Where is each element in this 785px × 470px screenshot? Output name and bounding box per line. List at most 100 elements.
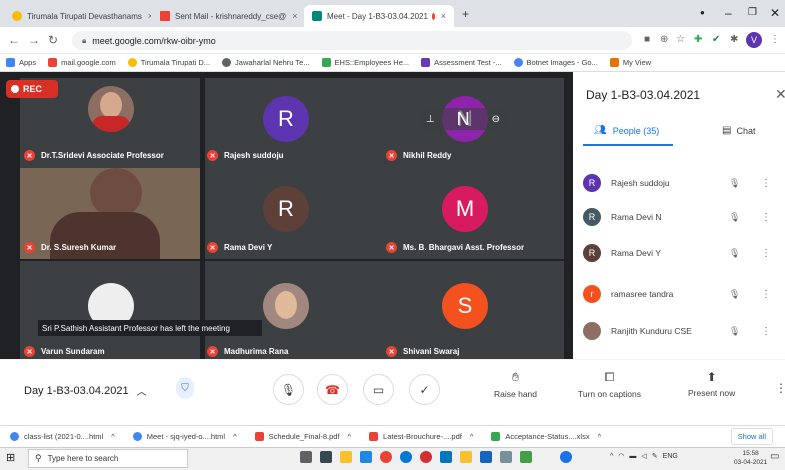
close-tab-icon[interactable]: ×: [441, 11, 446, 21]
raise-hand-button[interactable]: ✋︎ Raise hand: [494, 370, 537, 399]
edge-icon[interactable]: [400, 451, 412, 463]
forms-icon: [421, 58, 431, 67]
chevron-up-icon[interactable]: ^: [610, 453, 613, 460]
restore-icon[interactable]: ❐: [748, 7, 757, 18]
bookmark-apps[interactable]: Apps: [6, 58, 36, 67]
close-tab-icon[interactable]: ×: [148, 11, 151, 21]
download-item[interactable]: Acceptance-Status....xlsx ^: [491, 432, 601, 441]
tile-shivani[interactable]: S ✕ Shivani Swaraj: [384, 261, 564, 359]
tile-rajesh[interactable]: R ✕ Rajesh suddoju: [205, 78, 385, 168]
chrome-icon[interactable]: [380, 451, 392, 463]
more-options-icon[interactable]: ⋮: [775, 381, 785, 395]
extension-icon[interactable]: ✚: [694, 34, 702, 45]
pin-icon[interactable]: ⊥: [426, 114, 435, 125]
forward-icon[interactable]: →: [28, 33, 40, 47]
more-options-icon[interactable]: ⋮: [761, 289, 771, 300]
app-icon[interactable]: [460, 451, 472, 463]
tile-suresh[interactable]: ✕ Dr. S.Suresh Kumar: [20, 168, 200, 259]
zoom-icon[interactable]: ⊕: [660, 34, 668, 45]
pen-icon[interactable]: ✎: [652, 452, 658, 460]
captions-button[interactable]: ⧠ Turn on captions: [578, 370, 641, 399]
microphone-button[interactable]: 🎙︎: [273, 374, 304, 405]
bookmark-tirumala[interactable]: Tirumala Tirupati D...: [127, 58, 210, 67]
chevron-up-icon[interactable]: ^: [233, 432, 237, 441]
chevron-up-icon[interactable]: ^: [470, 432, 474, 441]
notifications-icon[interactable]: ▭: [770, 451, 779, 462]
bookmark-jntu[interactable]: Jawaharlal Nehru Te...: [222, 58, 310, 67]
participant-row[interactable]: R Rajesh suddoju 🎙︎ ⋮: [583, 168, 783, 198]
account-avatar[interactable]: V: [746, 32, 762, 48]
more-options-icon[interactable]: ⋮: [761, 326, 771, 337]
more-options-icon[interactable]: ⋮: [761, 248, 771, 259]
bookmark-myview[interactable]: My View: [609, 58, 651, 67]
security-shield-icon[interactable]: ⛉: [176, 377, 194, 399]
tab-gmail[interactable]: Sent Mail - krishnareddy_cse@ ×: [152, 5, 302, 27]
tile-bhargavi[interactable]: M ✕ Ms. B. Bhargavi Asst. Professor: [384, 168, 564, 259]
participant-row[interactable]: R Rama Devi N 🎙︎ ⋮: [583, 202, 783, 232]
taskbar-search[interactable]: ⚲ Type here to search: [28, 449, 188, 468]
file-explorer-icon[interactable]: [340, 451, 352, 463]
download-item[interactable]: Latest-Brouchure-....pdf ^: [369, 432, 473, 441]
download-item[interactable]: Schedule_Final-8.pdf ^: [254, 432, 352, 441]
minimize-icon[interactable]: –: [725, 6, 732, 20]
outlook-icon[interactable]: [480, 451, 492, 463]
check-extension-icon[interactable]: ✔: [712, 34, 720, 45]
more-options-icon[interactable]: ⋮: [761, 212, 771, 223]
chevron-up-icon[interactable]: ^: [348, 432, 352, 441]
help-icon[interactable]: [560, 451, 572, 463]
app-icon[interactable]: [500, 451, 512, 463]
participant-row[interactable]: R Rama Devi Y 🎙︎ ⋮: [583, 238, 783, 268]
tab-tirumala[interactable]: Tirumala Tirupati Devasthanams ×: [4, 5, 151, 27]
remove-icon[interactable]: ⊖: [492, 114, 500, 125]
new-tab-button[interactable]: +: [462, 7, 469, 21]
app-icon[interactable]: [520, 451, 532, 463]
present-now-button[interactable]: ⬆ Present now: [688, 370, 735, 398]
tile-madhurima[interactable]: ✕ Madhurima Rana: [205, 261, 385, 359]
app-icon[interactable]: [440, 451, 452, 463]
download-item[interactable]: Meet - sjq-iyed-o....html ^: [132, 432, 237, 441]
task-view-icon[interactable]: [300, 451, 312, 463]
reload-icon[interactable]: ↻: [48, 33, 58, 47]
camera-button[interactable]: ▭: [363, 374, 394, 405]
opera-icon[interactable]: [420, 451, 432, 463]
store-icon[interactable]: [320, 451, 332, 463]
bookmark-star-icon[interactable]: ☆: [676, 34, 685, 45]
participant-row[interactable]: r ramasree tandra 🎙︎ ⋮: [583, 279, 783, 309]
bookmark-gmail[interactable]: mail.google.com: [48, 58, 116, 67]
back-icon[interactable]: ←: [8, 33, 20, 47]
url-field[interactable]: 🔒︎ meet.google.com/rkw-oibr-ymo: [72, 31, 632, 50]
show-all-downloads-button[interactable]: Show all: [730, 428, 773, 445]
download-item[interactable]: class-list (2021-0....html ^: [10, 432, 115, 441]
language-indicator[interactable]: ENG: [663, 453, 678, 460]
download-label: class-list (2021-0....html: [24, 432, 104, 441]
meeting-details-toggle[interactable]: Day 1-B3-03.04.2021 ︿: [24, 383, 147, 399]
close-panel-icon[interactable]: ✕: [775, 86, 785, 103]
window-close-icon[interactable]: ✕: [770, 6, 780, 20]
speaker-icon[interactable]: ◁: [641, 452, 646, 460]
chevron-up-icon[interactable]: ^: [111, 432, 115, 441]
close-tab-icon[interactable]: ×: [292, 11, 297, 21]
bookmark-ehs[interactable]: EHS::Employees He...: [321, 58, 409, 67]
leave-call-button[interactable]: ☎︎: [317, 374, 348, 405]
tab-chat[interactable]: ▤ Chat: [722, 125, 755, 136]
participant-name: ramasree tandra: [611, 289, 674, 299]
tab-people[interactable]: 👥︎ People (35): [594, 125, 659, 136]
puzzle-icon[interactable]: ✱: [730, 34, 738, 45]
tab-meet[interactable]: Meet - Day 1-B3-03.04.2021 ×: [304, 5, 454, 27]
taskbar-clock[interactable]: 15:58 03-04-2021: [734, 449, 767, 467]
browser-menu-icon[interactable]: ⋮: [770, 34, 780, 45]
mail-app-icon[interactable]: [360, 451, 372, 463]
windows-start-icon[interactable]: ⊞: [6, 451, 15, 464]
tile-ramadevi[interactable]: R ✕ Rama Devi Y: [205, 168, 385, 259]
camera-icon[interactable]: ■: [644, 34, 650, 45]
battery-icon[interactable]: ▬: [629, 453, 636, 460]
bookmark-assessment[interactable]: Assessment Test -...: [421, 58, 502, 67]
checkmark-extension-button[interactable]: ✓: [409, 374, 440, 405]
participant-row[interactable]: Ranjith Kunduru CSE 🎙︎ ⋮: [583, 316, 783, 346]
bookmark-botnet[interactable]: Botnet Images - Go...: [513, 58, 598, 67]
chevron-up-icon[interactable]: ^: [598, 432, 602, 441]
tile-nikhil[interactable]: N ⊥ N ⊖ ✕ Nikhil Reddy: [384, 78, 564, 168]
more-options-icon[interactable]: ⋮: [761, 178, 771, 189]
tile-varun[interactable]: ✕ Varun Sundaram: [20, 261, 200, 359]
network-icon[interactable]: ◠: [618, 452, 624, 460]
